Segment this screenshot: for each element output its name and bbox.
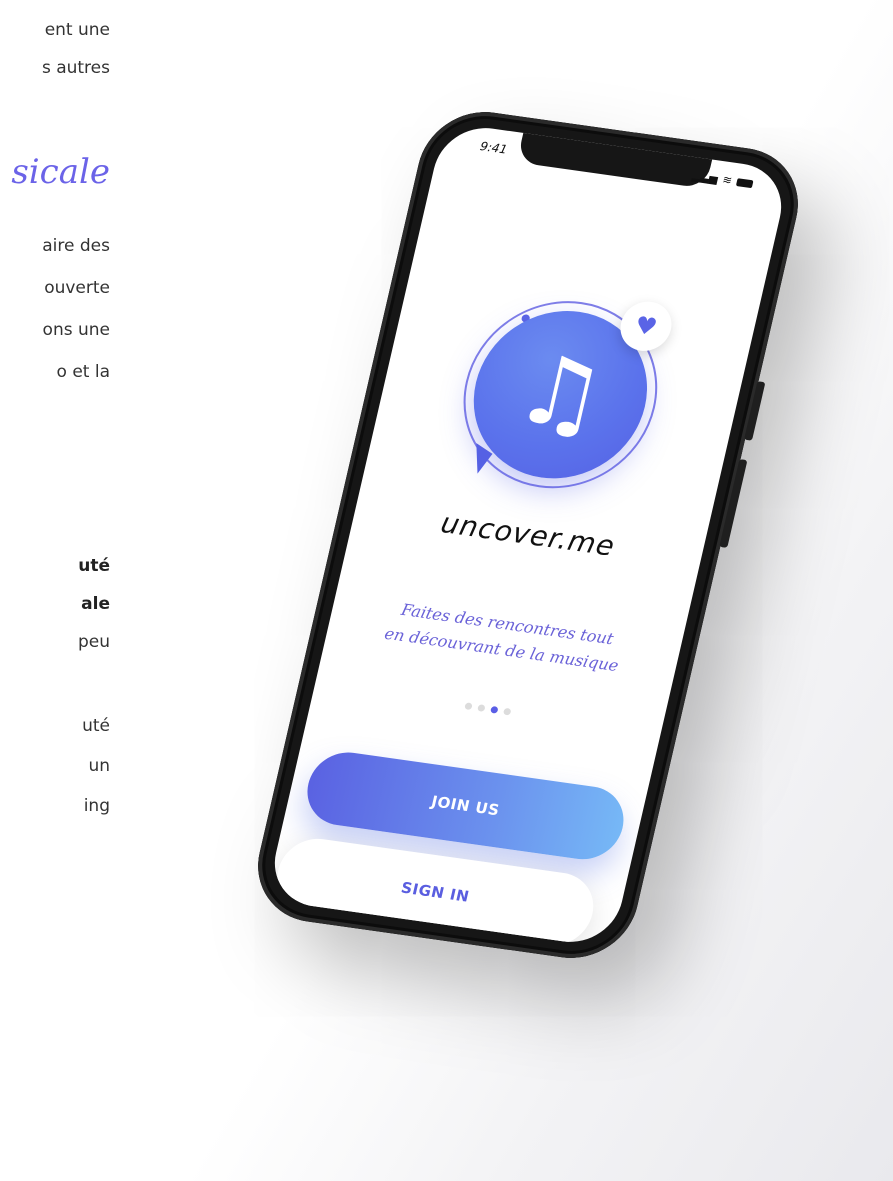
article-line: aire des [42,236,110,256]
page-dot[interactable] [477,704,486,712]
status-time: 9:41 [478,139,509,157]
article-line: uté [78,556,110,576]
article-line: un [88,756,110,776]
phone-mockup: 9:41 ▂▃▅ ≋ ♫ ♥ uncover.me Faites des ren… [245,104,811,966]
page-indicator [464,702,512,716]
page-dot[interactable] [502,707,512,716]
article-line: peu [77,632,110,652]
music-note-icon: ♫ [505,332,617,454]
article-line: s autres [41,58,110,78]
status-bar-icons: ▂▃▅ ≋ [691,169,754,190]
article-line: ent une [44,20,110,40]
app-logo: ♫ ♥ [444,288,677,501]
battery-icon [735,177,754,188]
article-heading: sicale [11,152,110,192]
mockup-stage: ent une s autres sicale aire des ouverte… [0,0,893,1181]
page-dot[interactable] [464,702,473,711]
brand-name: uncover.me [437,506,619,563]
article-text: ent une s autres sicale aire des ouverte… [0,0,110,1181]
article-line: ons une [42,320,110,340]
article-line: ing [83,796,110,816]
page-dot-active[interactable] [490,705,499,714]
article-line: ouverte [44,278,110,298]
wifi-icon: ≋ [721,173,734,188]
article-line: ale [81,594,110,614]
article-line: o et la [56,362,110,382]
tagline: Faites des rencontres tout en découvrant… [326,588,684,687]
article-line: uté [82,716,110,736]
